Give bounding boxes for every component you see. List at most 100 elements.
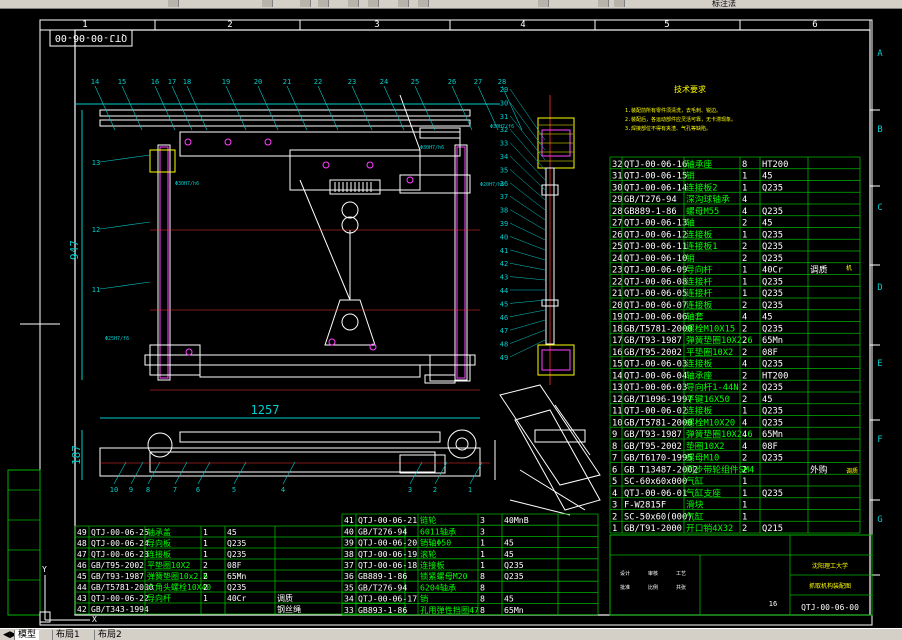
bom-right-cell: 2 [742,383,747,393]
bom-right-cell: 29 [612,195,623,205]
bom-middle-cell: 8 [480,605,485,615]
zoom-previous-icon[interactable] [398,0,409,7]
bom-right-cell: GB/T95-2002 [624,442,682,452]
leader-line [171,85,193,131]
pivot [184,138,192,146]
style-icon[interactable] [598,0,609,7]
bom-middle-cell: QTJ-00-06-18 [358,560,417,570]
bom-right-cell: QTJ-00-06-12 [624,230,687,240]
bom-left-cell: 46 [77,561,87,570]
bom-right-cell: 40Cr [762,266,783,276]
bom-right-cell: Q235 [762,183,783,193]
balloon-label: 5 [232,486,236,494]
balloon-label: 49 [500,354,508,362]
bom-right-cell: 32 [612,160,623,170]
bom-right-cell: 8 [742,160,747,170]
bom-right-cell: SC-60x60x000 [624,477,687,487]
bom-right-cell: 2 [742,324,747,334]
bom-table-right: 32 QTJ-00-06-16轴承座 8 HT20031 QTJ-00-06-15销 1 4… [609,156,861,534]
fit-note: Φ30H7/h6 [175,181,199,187]
bom-right-cell: QTJ-00-06-05 [624,289,687,299]
bom-right-cell: 45 [762,395,773,405]
fit-note: Φ30H7/h6 [420,145,444,151]
balloon-label: 19 [222,78,230,86]
table-icon[interactable] [538,0,549,7]
balloon-label: 35 [500,166,508,174]
bom-right-cell: QTJ-00-06-16 [624,160,687,170]
bom-left-cell: 49 [77,528,87,537]
bom-right-cell: 气缸支座 [686,487,721,499]
bom-left-cell: Q235 [227,550,246,559]
bom-right-cell: QTJ-00-06-06 [624,313,687,323]
dim-width: 1257 [251,403,280,417]
calc-icon[interactable] [418,0,429,7]
bom-right-cell: Q235 [762,254,783,264]
balloon-label: 3 [408,486,412,494]
layer-icon[interactable] [168,0,179,7]
title-label: 比例 [648,584,658,591]
leader-line [477,85,499,131]
bom-left-cell: 44 [77,583,87,592]
tab-layout2[interactable]: 布局2 [94,630,125,640]
leader-line [509,309,546,318]
drawing-canvas[interactable]: 1 2 3 4 5 6ABCDEFG QTJ-00-06-00 9471257187Φ30… [0,8,902,628]
bom-left-cell: GB/T95-2002 [91,561,144,570]
bom-left-cell: 65Mn [227,572,246,581]
bom-right-cell: 连接板 [686,228,712,240]
bom-left-cell: 47 [77,550,87,559]
bom-right-cell: Q235 [762,207,783,217]
bom-left-cell: 43 [77,594,87,603]
title-label: 设计 [620,570,630,577]
left-column-inner [159,146,169,379]
text-style-icon[interactable] [614,0,625,7]
tech-req-line: 1.装配前所有零件须清洗，去毛刺、锐边。 [625,107,721,114]
grid-row-label: C [877,203,882,213]
bom-right-cell: 19 [612,313,623,323]
iso-view [499,384,601,516]
pan-icon[interactable] [348,0,359,7]
leader-line [509,115,546,161]
properties-icon[interactable] [262,0,273,7]
bottom-view [99,429,496,480]
bom-middle-cell: 8 [480,582,485,592]
leader-line [509,129,546,171]
dimstyle-label[interactable]: 标注法 [712,0,736,8]
bom-left-cell: 连接板 [147,549,171,559]
pivot [264,138,272,146]
bom-right-cell: 轴套 [686,311,704,323]
bom-right-cell: Q235 [762,289,783,299]
leader-line [509,339,546,358]
bom-right-cell: 4 [612,489,617,499]
bom-right-cell: HT200 [762,371,788,381]
balloon-label: 40 [500,233,508,241]
bom-right-cell: Q235 [762,418,783,428]
leader-line [154,85,176,131]
bom-middle-cell: GB/T276-94 [358,582,407,592]
balloon-label: 21 [283,78,291,86]
bom-right-cell: 1 [742,277,747,287]
bom-left-cell: 45 [77,572,87,581]
bom-middle-cell: 3 [480,526,485,536]
left-strip-frame [7,469,41,616]
tab-model[interactable]: 模型 [14,630,40,640]
balloon-label: 24 [380,78,388,86]
balloon-label: 36 [500,180,508,188]
cylinder-head [419,127,461,139]
balloon-label: 20 [254,78,262,86]
bom-right-cell: Q235 [762,277,783,287]
bom-right-cell: 08F [762,348,778,358]
bom-right-cell: QTJ-00-06-04 [624,371,687,381]
bom-middle-cell: 8 [480,594,485,604]
bom-right-cell: GB/T91-2000 [624,524,682,534]
bom-middle-cell: QTJ-00-06-19 [358,549,417,559]
bom-middle-cell: QTJ-00-06-20 [358,538,417,548]
tab-layout1[interactable]: 布局1 [52,630,83,640]
bom-right-cell: GB/T93-1987 [624,430,682,440]
bom-right-cell: 12 [612,395,623,405]
leader-line [451,85,473,131]
bom-right-cell: 2 [742,219,747,229]
zoom-icon[interactable] [318,0,329,7]
bom-right-cell: 45 [762,219,773,229]
dropdown-icon[interactable] [300,0,311,7]
zoom-window-icon[interactable] [368,0,379,7]
